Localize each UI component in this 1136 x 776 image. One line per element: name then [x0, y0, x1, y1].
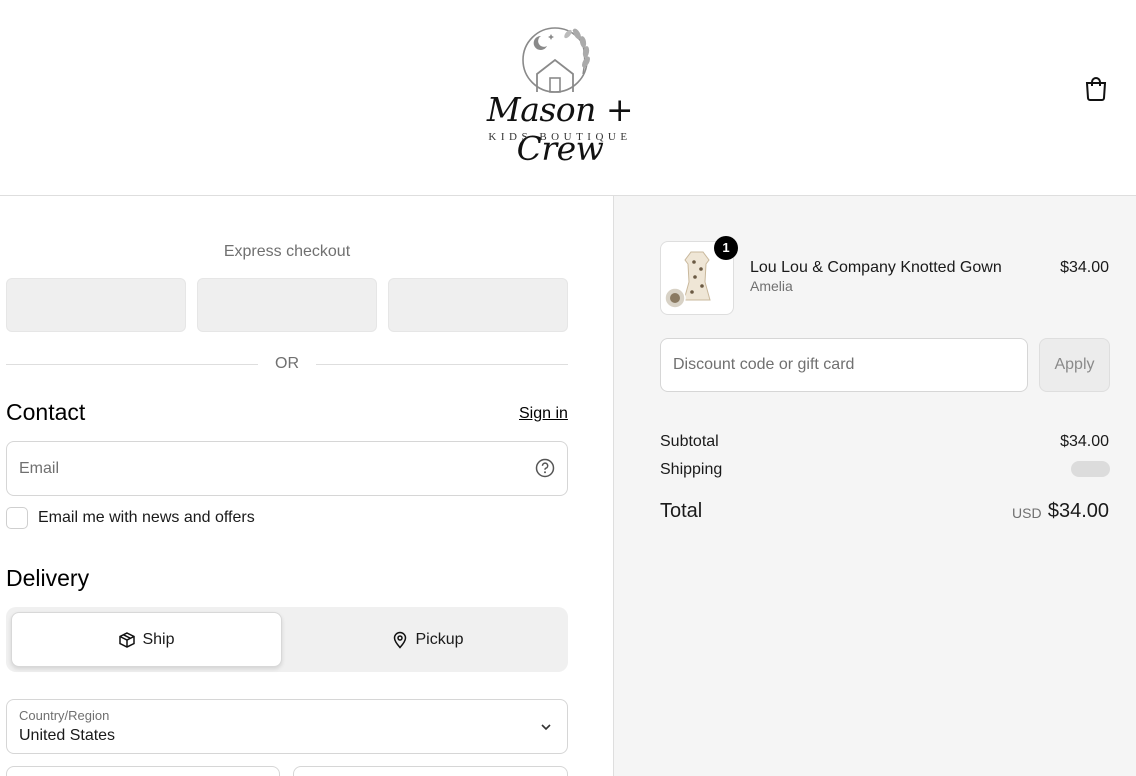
apply-discount-button[interactable]: Apply [1039, 338, 1110, 392]
newsletter-label: Email me with news and offers [38, 509, 255, 526]
total-label: Total [660, 500, 703, 522]
cart-button[interactable] [1083, 74, 1109, 102]
shopping-bag-icon [1085, 77, 1107, 101]
house-moon-emblem-icon [522, 27, 590, 93]
email-placeholder: Email [19, 460, 60, 477]
quantity-badge: 1 [714, 236, 738, 260]
shipping-value-placeholder [1071, 461, 1110, 477]
order-summary-panel: 1 Lou Lou & Company Knotted Gown Amelia … [613, 196, 1136, 776]
subtotal-value: $34.00 [1060, 433, 1109, 450]
site-header: Mason + Crew KIDS BOUTIQUE [0, 0, 1136, 196]
country-value: United States [19, 727, 116, 744]
delivery-heading: Delivery [6, 565, 90, 591]
email-field[interactable]: Email [6, 441, 568, 496]
total-value: $34.00 [1047, 500, 1109, 522]
first-name-field[interactable] [6, 766, 280, 776]
ship-label: Ship [142, 630, 175, 648]
total-currency: USD [1012, 505, 1042, 521]
shipping-label: Shipping [660, 461, 723, 478]
chevron-down-icon [541, 724, 551, 731]
delivery-method-toggle: Ship Pickup [6, 607, 568, 672]
discount-placeholder: Discount code or gift card [673, 356, 855, 373]
contact-heading: Contact [6, 399, 86, 425]
express-pay-button-1[interactable] [6, 278, 186, 332]
newsletter-option[interactable]: Email me with news and offers [6, 507, 306, 529]
brand-name: Mason + Crew [486, 90, 634, 168]
location-pin-icon [394, 631, 407, 649]
ship-option[interactable]: Ship [11, 612, 282, 667]
help-icon[interactable] [535, 458, 555, 478]
sign-in-link[interactable]: Sign in [519, 405, 568, 423]
or-label: OR [275, 355, 299, 372]
express-pay-button-3[interactable] [388, 278, 568, 332]
newsletter-checkbox[interactable] [6, 507, 28, 529]
subtotal-label: Subtotal [660, 433, 719, 450]
product-variant: Amelia [750, 278, 793, 294]
last-name-field[interactable] [293, 766, 568, 776]
product-name: Lou Lou & Company Knotted Gown [750, 259, 1002, 276]
checkout-form-panel: Express checkout OR Contact Sign in Emai… [0, 196, 613, 776]
pickup-option[interactable]: Pickup [292, 612, 563, 667]
brand-logo[interactable]: Mason + Crew KIDS BOUTIQUE [455, 22, 665, 168]
or-divider: OR [6, 356, 568, 372]
express-checkout-title: Express checkout [223, 243, 351, 260]
brand-tagline: KIDS BOUTIQUE [488, 131, 632, 143]
discount-code-field[interactable]: Discount code or gift card [660, 338, 1028, 392]
box-icon [119, 631, 136, 648]
country-select[interactable]: Country/Region United States [6, 699, 568, 754]
product-price: $34.00 [1060, 259, 1109, 276]
country-label: Country/Region [19, 708, 110, 723]
express-pay-button-2[interactable] [197, 278, 377, 332]
pickup-label: Pickup [415, 630, 464, 648]
